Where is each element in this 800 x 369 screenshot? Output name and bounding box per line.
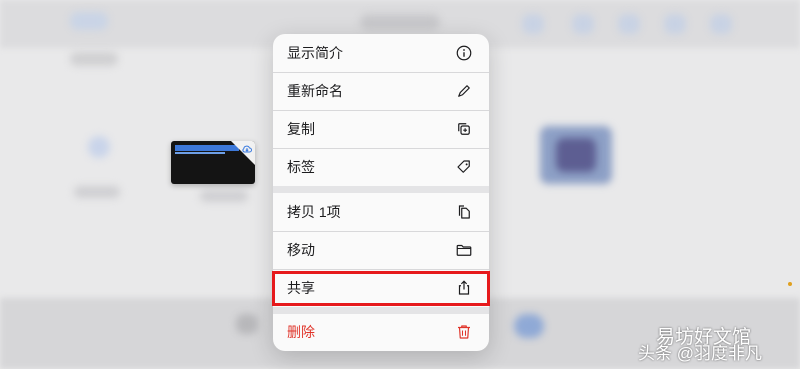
dragged-file-thumbnail[interactable] [171, 141, 255, 184]
menu-item-delete[interactable]: 删除 [273, 313, 489, 351]
background-item [664, 14, 686, 34]
thumbnail-preview-line [175, 152, 225, 154]
menu-item-duplicate[interactable]: 复制 [273, 110, 489, 148]
watermark-line2: 头条 @羽度非凡 [638, 344, 762, 363]
background-item [70, 52, 118, 66]
background-indicator-dot [788, 282, 792, 286]
share-highlight-box [272, 271, 490, 306]
menu-item-label: 拷贝 1项 [287, 204, 341, 220]
info-icon [455, 44, 473, 62]
background-item [522, 14, 544, 34]
background-item [70, 12, 108, 30]
copy-doc-icon [455, 203, 473, 221]
menu-item-label: 复制 [287, 121, 315, 137]
icloud-download-icon [242, 145, 252, 153]
folder-icon [455, 241, 473, 259]
background-item [710, 14, 732, 34]
menu-item-tags[interactable]: 标签 [273, 148, 489, 186]
pencil-icon [455, 82, 473, 100]
menu-item-label: 移动 [287, 242, 315, 258]
menu-item-label: 标签 [287, 159, 315, 175]
tag-icon [455, 158, 473, 176]
menu-item-label: 删除 [287, 324, 315, 340]
menu-item-copy[interactable]: 拷贝 1项 [273, 193, 489, 231]
background-item [514, 314, 544, 338]
background-item [360, 14, 440, 30]
background-item [556, 138, 596, 172]
menu-group-divider [273, 186, 489, 193]
menu-item-label: 重新命名 [287, 83, 343, 99]
thumbnail-preview-bar [175, 145, 239, 151]
background-item [236, 314, 258, 334]
menu-item-get-info[interactable]: 显示简介 [273, 34, 489, 72]
duplicate-icon [455, 120, 473, 138]
menu-item-move[interactable]: 移动 [273, 231, 489, 269]
menu-item-label: 显示简介 [287, 45, 343, 61]
background-item [572, 14, 594, 34]
menu-item-rename[interactable]: 重新命名 [273, 72, 489, 110]
background-item [200, 190, 248, 202]
trash-icon [455, 323, 473, 341]
background-item [74, 186, 120, 198]
background-item [618, 14, 640, 34]
background-item [88, 136, 110, 158]
